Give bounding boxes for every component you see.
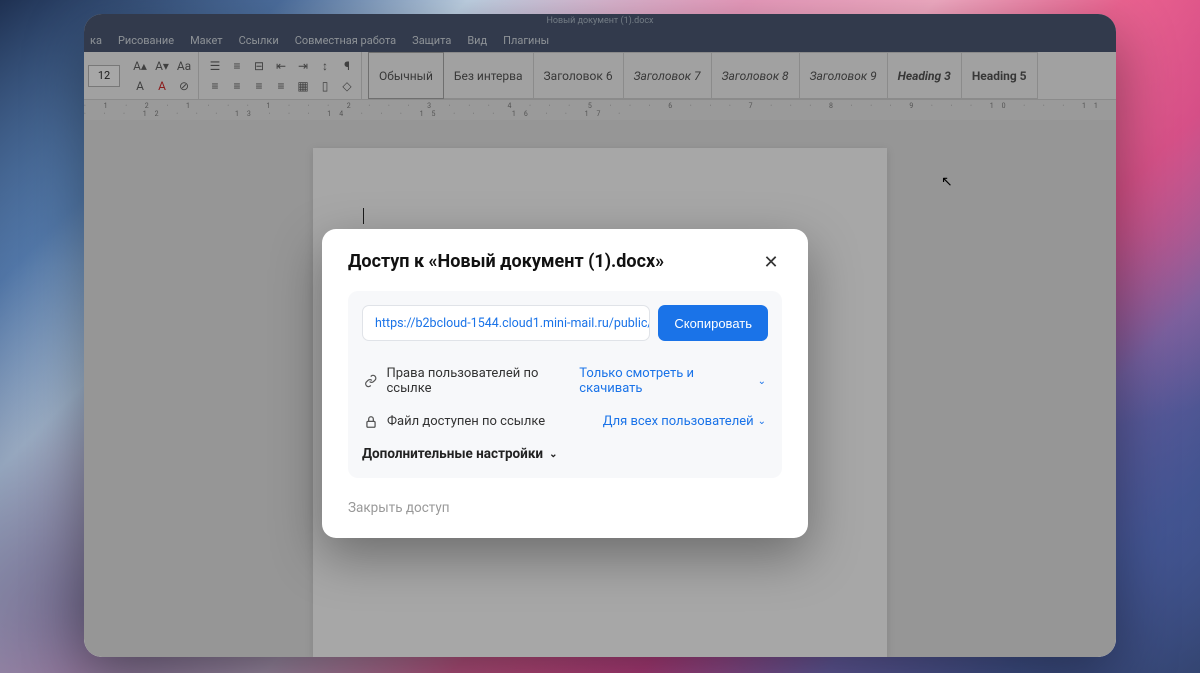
availability-label: Файл доступен по ссылке: [387, 414, 545, 429]
availability-dropdown[interactable]: Для всех пользователей ⌄: [603, 414, 766, 429]
share-url-input[interactable]: https://b2bcloud-1544.cloud1.mini-mail.r…: [362, 305, 650, 341]
close-icon[interactable]: ✕: [760, 251, 782, 273]
chevron-down-icon: ⌄: [758, 416, 766, 427]
link-icon: [364, 374, 377, 388]
chevron-down-icon: ⌄: [758, 376, 766, 387]
share-dialog: Доступ к «Новый документ (1).docx» ✕ htt…: [322, 229, 808, 538]
share-settings-panel: https://b2bcloud-1544.cloud1.mini-mail.r…: [348, 291, 782, 478]
lock-icon: [364, 415, 378, 429]
chevron-down-icon: ⌄: [549, 449, 557, 460]
availability-row: Файл доступен по ссылке Для всех пользов…: [362, 405, 768, 438]
additional-settings-toggle[interactable]: Дополнительные настройки ⌄: [362, 446, 768, 462]
dialog-title: Доступ к «Новый документ (1).docx»: [348, 251, 664, 272]
rights-label: Права пользователей по ссылке: [386, 366, 579, 396]
rights-row: Права пользователей по ссылке Только смо…: [362, 357, 768, 405]
rights-dropdown[interactable]: Только смотреть и скачивать ⌄: [579, 366, 766, 396]
close-access-button[interactable]: Закрыть доступ: [348, 500, 782, 516]
copy-button[interactable]: Скопировать: [658, 305, 768, 341]
